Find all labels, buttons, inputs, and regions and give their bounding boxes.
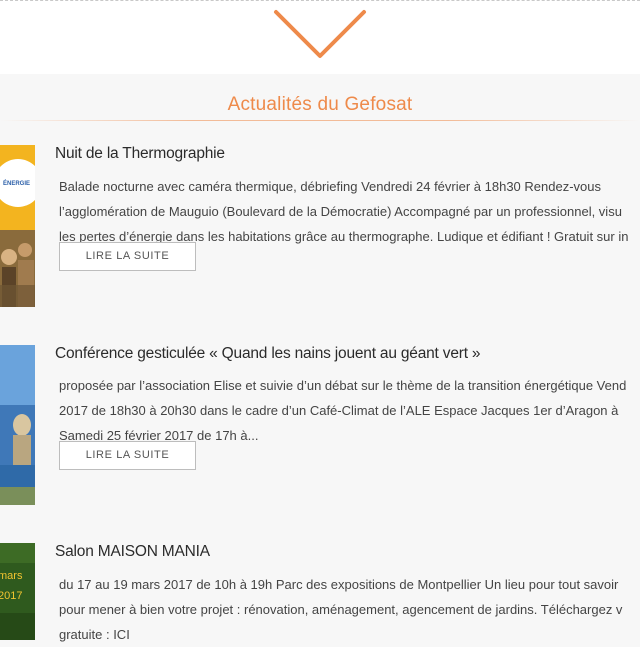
- read-more-button[interactable]: LIRE LA SUITE: [59, 242, 196, 271]
- section-title: Actualités du Gefosat: [227, 94, 413, 115]
- chevron-down-icon[interactable]: [272, 8, 368, 62]
- title-divider: [0, 120, 640, 121]
- excerpt-line: Balade nocturne avec caméra thermique, d…: [59, 179, 602, 194]
- svg-text:2017: 2017: [0, 590, 22, 602]
- excerpt-line: 2017 de 18h30 à 20h30 dans le cadre d’un…: [59, 403, 619, 418]
- excerpt-line: proposée par l’association Elise et suiv…: [59, 378, 627, 393]
- article-title[interactable]: Salon MAISON MANIA: [55, 543, 210, 561]
- svg-text:mars: mars: [0, 570, 23, 582]
- article-excerpt: Balade nocturne avec caméra thermique, d…: [59, 174, 640, 249]
- article-thumbnail[interactable]: [0, 345, 35, 505]
- article-title[interactable]: Nuit de la Thermographie: [55, 145, 225, 163]
- excerpt-line: l’agglomération de Mauguio (Boulevard de…: [59, 204, 622, 219]
- article-thumbnail[interactable]: mars 2017: [0, 543, 35, 640]
- article-excerpt: du 17 au 19 mars 2017 de 10h à 19h Parc …: [59, 572, 640, 647]
- svg-text:ÉNERGIE: ÉNERGIE: [3, 179, 30, 187]
- article-excerpt: proposée par l’association Elise et suiv…: [59, 373, 640, 448]
- read-more-button[interactable]: LIRE LA SUITE: [59, 441, 196, 470]
- article-thumbnail[interactable]: ÉNERGIE: [0, 145, 35, 307]
- excerpt-line: du 17 au 19 mars 2017 de 10h à 19h Parc …: [59, 577, 619, 592]
- article-title[interactable]: Conférence gesticulée « Quand les nains …: [55, 345, 481, 363]
- excerpt-line: pour mener à bien votre projet : rénovat…: [59, 602, 623, 617]
- excerpt-line: gratuite : ICI: [59, 627, 130, 642]
